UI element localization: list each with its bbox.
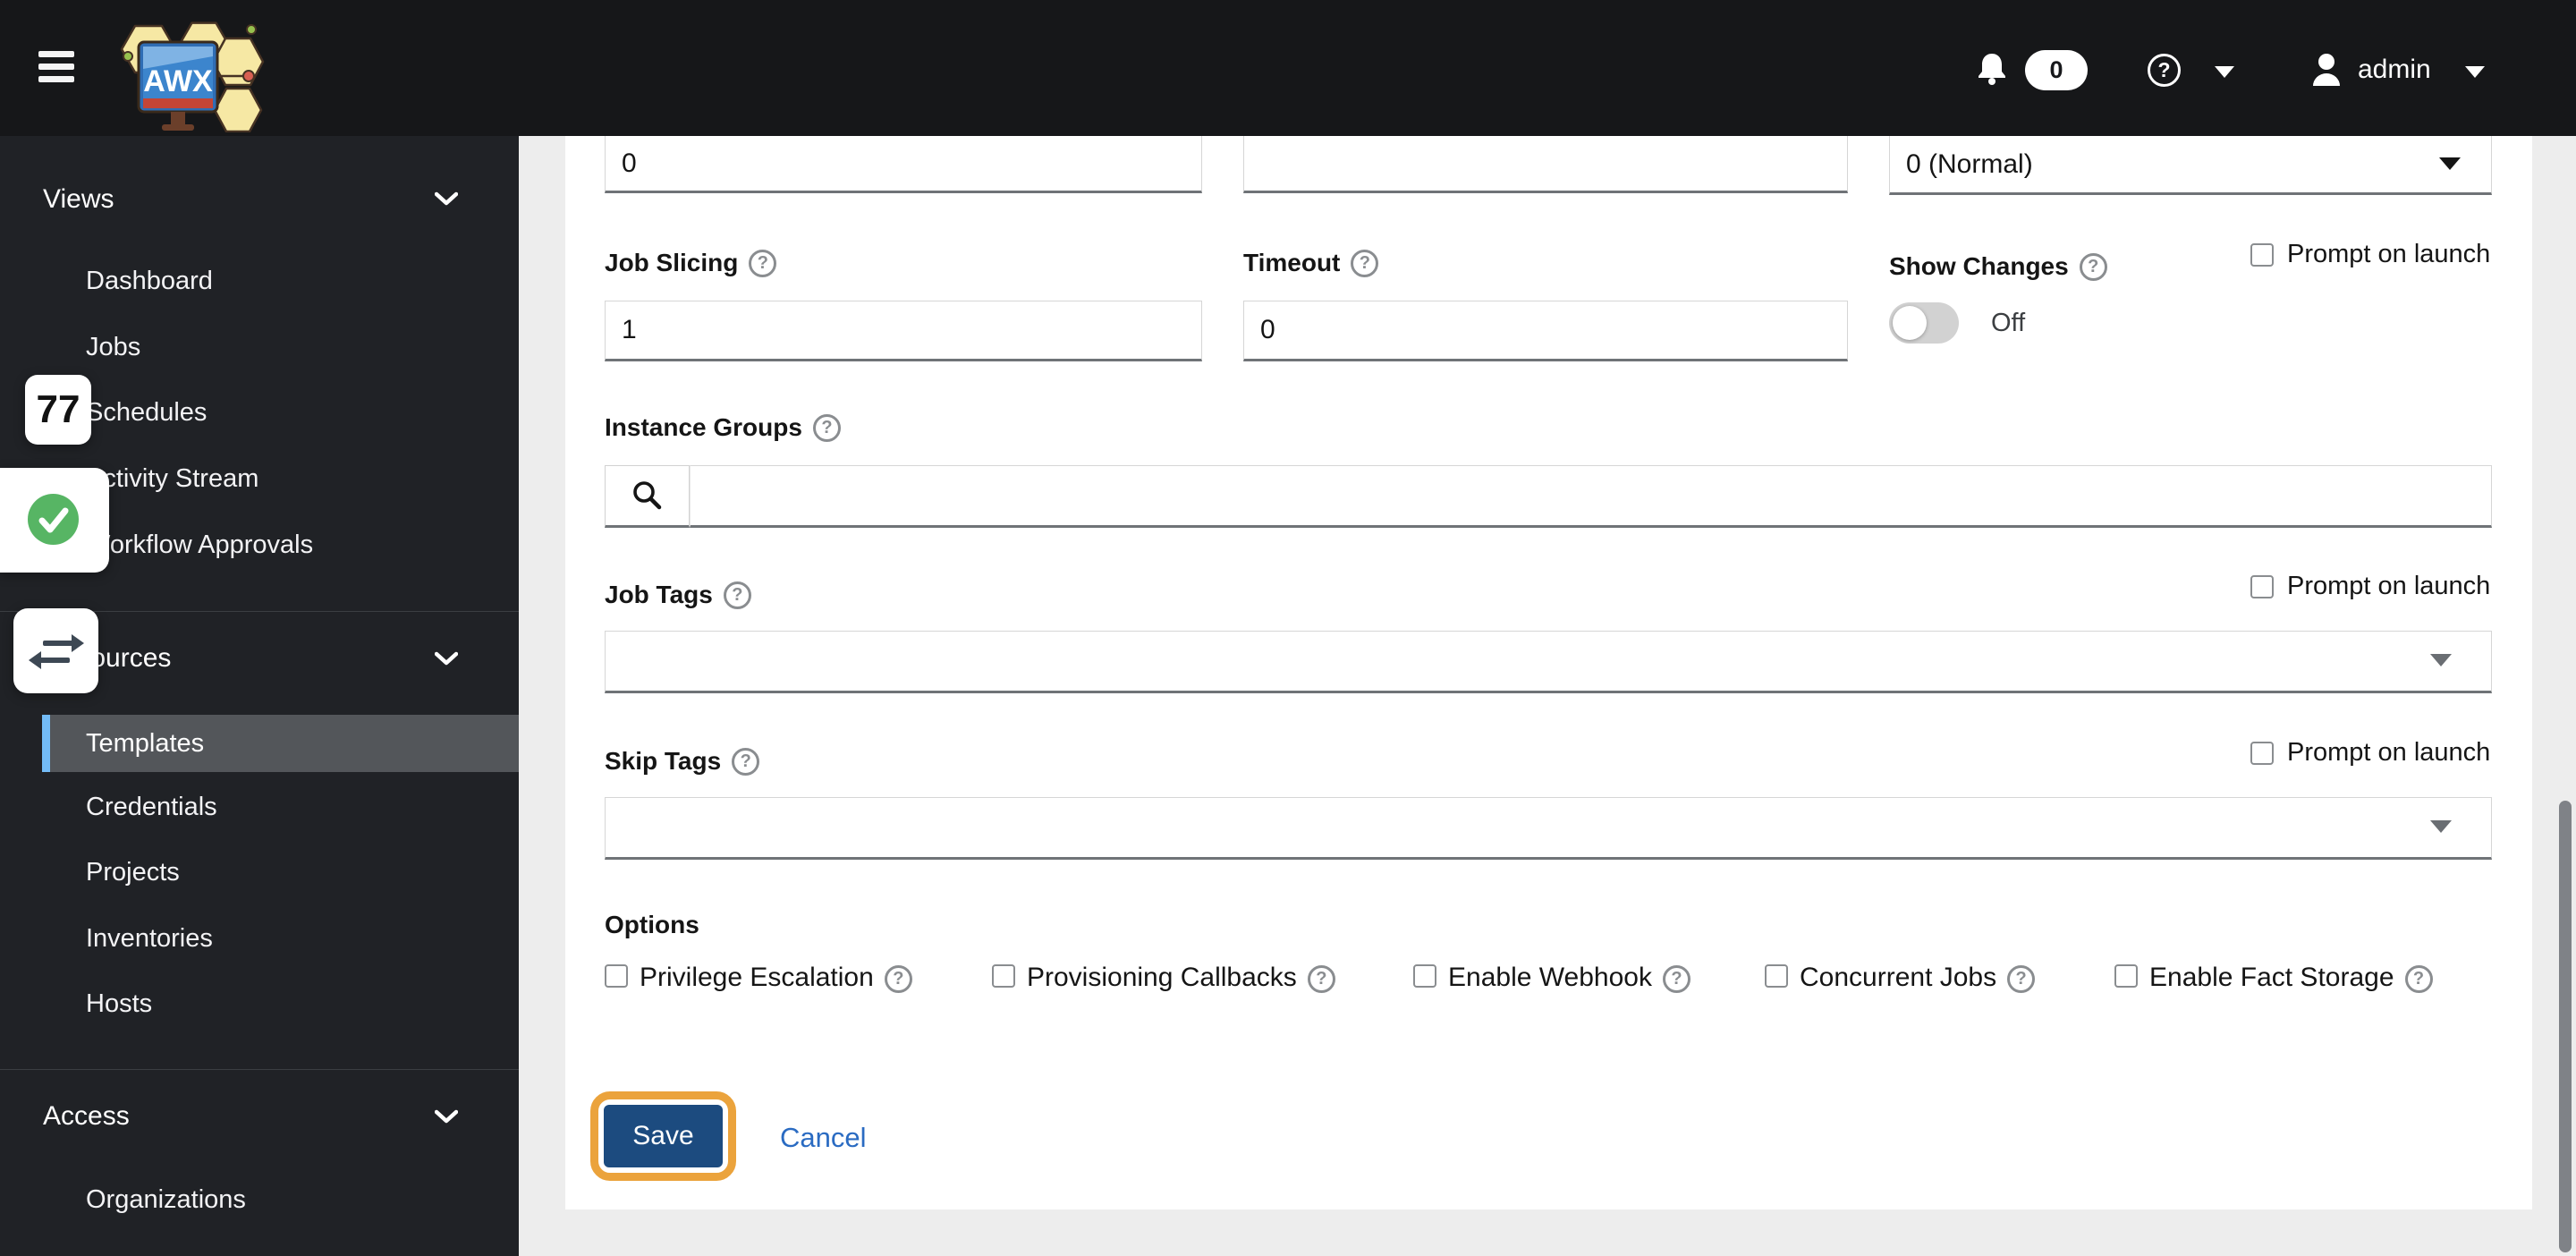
option-provisioning-callbacks: Provisioning Callbacks ?: [992, 961, 1335, 995]
skip-tags-select[interactable]: [605, 797, 2492, 860]
show-changes-state: Off: [1991, 309, 2026, 337]
option-privilege-escalation: Privilege Escalation ?: [605, 961, 912, 995]
app-header: AWX 0 ? admin: [0, 0, 2576, 136]
awx-logo[interactable]: AWX: [114, 6, 268, 137]
chevron-down-icon: [434, 191, 459, 211]
sidebar-item-projects[interactable]: Projects: [86, 858, 180, 887]
notification-bell-icon[interactable]: [1977, 52, 2007, 90]
help-circle-icon[interactable]: ?: [2079, 252, 2107, 281]
job-slicing-label: Job Slicing ?: [605, 249, 777, 277]
sidebar-item-inventories[interactable]: Inventories: [86, 924, 213, 954]
help-circle-icon[interactable]: ?: [732, 747, 760, 776]
success-check-overlay: [0, 468, 109, 573]
caret-down-icon: [2430, 654, 2452, 666]
show-changes-toggle[interactable]: [1889, 302, 1959, 344]
job-tags-label: Job Tags ?: [605, 581, 751, 609]
user-caret-down-icon[interactable]: [2465, 66, 2485, 78]
prompt-on-launch-checkbox[interactable]: [2250, 574, 2274, 598]
instance-groups-label: Instance Groups ?: [605, 413, 841, 442]
help-circle-icon[interactable]: ?: [1351, 249, 1379, 277]
sidebar-item-templates[interactable]: Templates: [42, 715, 519, 772]
job-tags-select[interactable]: [605, 631, 2492, 693]
timeout-label: Timeout ?: [1243, 249, 1379, 277]
verbosity-select[interactable]: 0 (Normal): [1889, 136, 2492, 195]
search-icon: [632, 481, 661, 510]
sidebar-item-organizations[interactable]: Organizations: [86, 1185, 246, 1215]
cancel-link[interactable]: Cancel: [780, 1122, 867, 1154]
swap-arrows-overlay: [13, 608, 98, 693]
instance-groups-search-button[interactable]: [605, 465, 690, 528]
help-circle-icon[interactable]: ?: [749, 249, 777, 277]
provisioning-callbacks-checkbox[interactable]: [992, 964, 1015, 988]
help-caret-down-icon[interactable]: [2215, 66, 2234, 78]
skip-tags-prompt-on-launch: Prompt on launch: [2250, 738, 2490, 768]
save-button-focus-ring: Save: [590, 1091, 736, 1181]
sidebar-item-dashboard[interactable]: Dashboard: [86, 267, 213, 296]
instance-groups-input[interactable]: [690, 465, 2492, 528]
timeout-input[interactable]: [1243, 301, 1848, 361]
sidebar-item-activity-stream[interactable]: Activity Stream: [86, 464, 258, 494]
svg-text:AWX: AWX: [143, 64, 213, 98]
chevron-down-icon: [434, 1109, 459, 1129]
sidebar-nav: Views Dashboard Jobs Schedules Activity …: [0, 136, 519, 1256]
sidebar-item-hosts[interactable]: Hosts: [86, 989, 152, 1019]
caret-down-icon: [2439, 157, 2461, 170]
prompt-on-launch-checkbox[interactable]: [2250, 741, 2274, 765]
verbosity-prompt-on-launch: Prompt on launch: [2250, 240, 2490, 269]
help-icon[interactable]: ?: [2148, 54, 2181, 87]
help-circle-icon[interactable]: ?: [1662, 965, 1690, 993]
job-template-edit-form: 0 (Normal) Prompt on launch Job Slicing …: [565, 136, 2532, 1209]
username[interactable]: admin: [2358, 55, 2431, 85]
notification-count: 0: [2049, 56, 2063, 83]
job-tags-prompt-on-launch: Prompt on launch: [2250, 572, 2490, 601]
success-check-icon: [28, 494, 79, 545]
show-changes-label: Show Changes ?: [1889, 252, 2107, 281]
help-circle-icon[interactable]: ?: [884, 965, 912, 993]
help-circle-icon[interactable]: ?: [723, 581, 751, 609]
help-circle-icon[interactable]: ?: [1307, 965, 1335, 993]
count-badge-overlay: 77: [25, 375, 91, 445]
limit-input[interactable]: [1243, 136, 1848, 193]
prompt-on-launch-checkbox[interactable]: [2250, 242, 2274, 267]
sidebar-item-jobs[interactable]: Jobs: [86, 333, 140, 362]
sidebar-group-access[interactable]: Access: [43, 1101, 130, 1132]
chevron-down-icon: [434, 651, 459, 671]
privilege-escalation-checkbox[interactable]: [605, 964, 628, 988]
enable-webhook-checkbox[interactable]: [1413, 964, 1436, 988]
job-slicing-input[interactable]: [605, 301, 1202, 361]
swap-arrows-icon: [28, 633, 84, 669]
help-circle-icon[interactable]: ?: [812, 413, 841, 442]
skip-tags-label: Skip Tags ?: [605, 747, 760, 776]
notification-count-badge[interactable]: 0: [2025, 50, 2088, 90]
enable-fact-storage-checkbox[interactable]: [2114, 964, 2138, 988]
hamburger-menu-icon[interactable]: [38, 51, 74, 83]
option-enable-fact-storage: Enable Fact Storage ?: [2114, 961, 2433, 995]
options-label: Options: [605, 911, 699, 938]
option-enable-webhook: Enable Webhook ?: [1413, 961, 1690, 995]
page-scrollbar-thumb[interactable]: [2559, 801, 2572, 1252]
sidebar-item-workflow-approvals[interactable]: Workflow Approvals: [86, 530, 313, 560]
concurrent-jobs-checkbox[interactable]: [1765, 964, 1788, 988]
user-icon: [2310, 52, 2343, 92]
option-concurrent-jobs: Concurrent Jobs ?: [1765, 961, 2036, 995]
sidebar-divider: [0, 1069, 519, 1070]
save-button[interactable]: Save: [604, 1105, 723, 1167]
sidebar-item-credentials[interactable]: Credentials: [86, 793, 217, 822]
sidebar-group-views[interactable]: Views: [43, 184, 114, 215]
help-circle-icon[interactable]: ?: [2007, 965, 2036, 993]
caret-down-icon: [2430, 820, 2452, 833]
awx-logo-monitor: AWX: [137, 40, 219, 131]
help-circle-icon[interactable]: ?: [2404, 965, 2433, 993]
toggle-knob: [1893, 306, 1927, 340]
sidebar-item-schedules[interactable]: Schedules: [86, 398, 207, 428]
forks-input[interactable]: [605, 136, 1202, 193]
